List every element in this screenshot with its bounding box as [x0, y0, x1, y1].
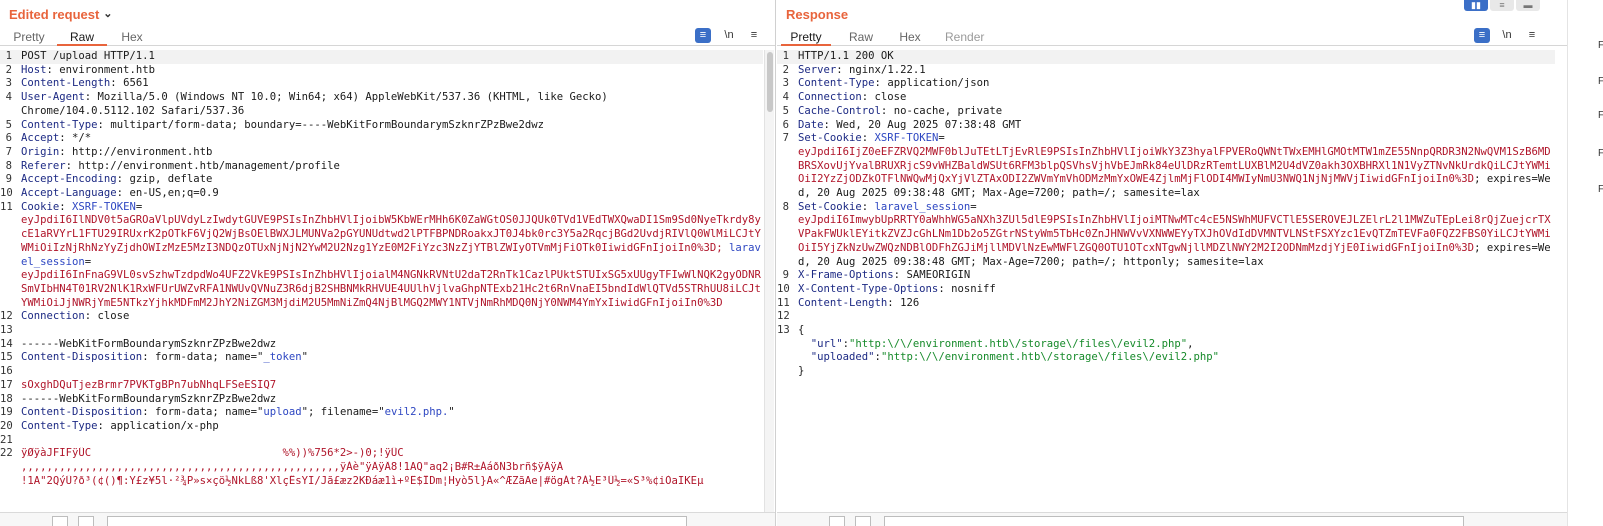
request-line: 11 Cookie: XSRF-TOKEN= eyJpdiI6IlNDV0t5aGR…: [0, 200, 761, 309]
response-tab-hex[interactable]: Hex: [898, 27, 922, 46]
response-tab-pretty[interactable]: Pretty: [781, 27, 831, 46]
response-line-json: "uploaded":"http:\/\/environment.htb\/st…: [810, 351, 1219, 364]
response-tab-render[interactable]: Render: [945, 27, 984, 46]
request-line: 15 Content-Disposition: form-data; name="…: [0, 351, 309, 364]
request-line: 7 Origin: http://environment.htb: [5, 145, 213, 158]
menu-icon[interactable]: ≡: [1524, 28, 1540, 43]
response-line: 3 Content-Type: application/json: [782, 77, 990, 90]
search-input[interactable]: [107, 516, 687, 526]
menu-icon[interactable]: ≡: [746, 28, 762, 43]
request-line: 2 Host: environment.htb: [5, 63, 155, 76]
request-editor[interactable]: 1 POST /upload HTTP/1.1 2 Host: environmen…: [0, 50, 763, 512]
response-line: 2 Server: nginx/1.22.1: [782, 63, 926, 76]
rows-view-button[interactable]: ≡: [1490, 0, 1514, 11]
response-line: 10 X-Content-Type-Options: nosniff: [777, 282, 996, 295]
request-line: 5 Content-Type: multipart/form-data; boun…: [5, 118, 545, 131]
request-tab-raw[interactable]: Raw: [57, 27, 107, 46]
search-next-button[interactable]: [78, 516, 94, 526]
inspector-tab[interactable]: F: [1598, 148, 1603, 159]
request-line: 6 Accept: */*: [5, 132, 92, 145]
request-search-bar: [0, 512, 775, 526]
wrap-lines-icon[interactable]: ≡: [1474, 28, 1490, 43]
newline-toggle-icon[interactable]: \n: [1499, 28, 1515, 43]
request-line: 16: [0, 365, 13, 378]
request-line-wrap: ,,,,,,,,,,,,,,,,,,,,,,,,,,,,,,,,,,,,,,,,…: [21, 461, 564, 474]
request-scrollbar[interactable]: [764, 50, 774, 512]
response-line: 8 Set-Cookie: laravel_session= eyJpdiI6Imw…: [782, 200, 1551, 268]
request-line: 17 sOxghDQuTjezBrmr7PVKTgBPn7ubNhqLFSeESI…: [0, 378, 277, 391]
search-input[interactable]: [884, 516, 1464, 526]
response-line: 9 X-Frame-Options: SAMEORIGIN: [782, 269, 971, 282]
request-line: 8 Referer: http://environment.htb/managem…: [5, 159, 340, 172]
response-tab-raw[interactable]: Raw: [849, 27, 873, 46]
search-next-button[interactable]: [855, 516, 871, 526]
request-tab-hex[interactable]: Hex: [120, 27, 144, 46]
response-line-json: "url":"http:\/\/environment.htb\/storage…: [810, 337, 1194, 350]
response-line: 13{: [777, 324, 805, 337]
response-line: 12: [777, 310, 790, 323]
search-prev-button[interactable]: [829, 516, 845, 526]
response-tabs: Pretty Raw Hex Render: [777, 27, 1567, 46]
single-view-button[interactable]: ▬: [1516, 0, 1540, 11]
response-line-json: }: [798, 365, 805, 378]
request-tab-pretty[interactable]: Pretty: [12, 27, 46, 46]
response-line: 5 Cache-Control: no-cache, private: [782, 104, 1003, 117]
split-view-button[interactable]: ▮▮: [1464, 0, 1488, 11]
inspector-tab[interactable]: F: [1598, 110, 1603, 121]
layout-buttons: ▮▮ ≡ ▬: [1464, 0, 1542, 11]
request-line: 9 Accept-Encoding: gzip, deflate: [5, 173, 213, 186]
request-line: 12 Connection: close: [0, 310, 130, 323]
request-line: 14 ------WebKitFormBoundarymSzknrZPzBwe2d…: [0, 337, 277, 350]
response-line: 4 Connection: close: [782, 91, 907, 104]
request-title[interactable]: Edited request ⌄: [9, 7, 113, 22]
request-pane: Edited request ⌄ Pretty Raw Hex ≡ \n ≡ 1…: [0, 0, 776, 526]
response-line: 1 HTTP/1.1 200 OK: [777, 50, 1555, 64]
response-line: 11 Content-Length: 126: [777, 296, 920, 309]
request-line-wrap: !1A"2QýÜ?ð³(¢()¶:Y£z¥5l·²¾P»s×çö½NkLß8'X…: [21, 474, 704, 487]
wrap-lines-icon[interactable]: ≡: [695, 28, 711, 43]
request-line: 20 Content-Type: application/x-php: [0, 419, 219, 432]
search-prev-button[interactable]: [52, 516, 68, 526]
request-title-label: Edited request: [9, 7, 100, 22]
request-line: 3 Content-Length: 6561: [5, 77, 149, 90]
request-line: 4 User-Agent: Mozilla/5.0 (Windows NT 10.…: [5, 91, 608, 117]
inspector-tab[interactable]: F: [1598, 184, 1603, 195]
request-line: 13: [0, 324, 13, 337]
newline-toggle-icon[interactable]: \n: [721, 28, 737, 43]
response-line: 6 Date: Wed, 20 Aug 2025 07:38:48 GMT: [782, 118, 1022, 131]
chevron-down-icon[interactable]: ⌄: [103, 7, 112, 20]
response-search-bar: [777, 512, 1567, 526]
request-tabs: Pretty Raw Hex: [0, 27, 775, 46]
request-line: 1 POST /upload HTTP/1.1: [0, 50, 763, 64]
response-line: 7 Set-Cookie: XSRF-TOKEN= eyJpdiI6IjZ0eEFZ…: [782, 132, 1551, 200]
request-scroll-thumb[interactable]: [767, 52, 773, 112]
request-line: 21: [0, 433, 13, 446]
request-line: 10 Accept-Language: en-US,en;q=0.9: [0, 187, 219, 200]
request-line: 22 ÿØÿàJFIFÿÛC %%))%756*2>-)0;!ÿÛC: [0, 447, 404, 460]
inspector-strip: F F F F F: [1567, 0, 1603, 526]
inspector-tab[interactable]: F: [1598, 76, 1603, 87]
response-title: Response: [786, 7, 848, 22]
response-editor[interactable]: 1 HTTP/1.1 200 OK 2 Server: nginx/1.22.1 3…: [777, 50, 1555, 512]
request-line: 19 Content-Disposition: form-data; name="…: [0, 406, 455, 419]
inspector-tab[interactable]: F: [1598, 40, 1603, 51]
response-pane: Response ▮▮ ≡ ▬ Pretty Raw Hex Render ≡ …: [777, 0, 1567, 526]
request-line: 18 ------WebKitFormBoundarymSzknrZPzBwe2d…: [0, 392, 277, 405]
response-title-label: Response: [786, 7, 849, 22]
